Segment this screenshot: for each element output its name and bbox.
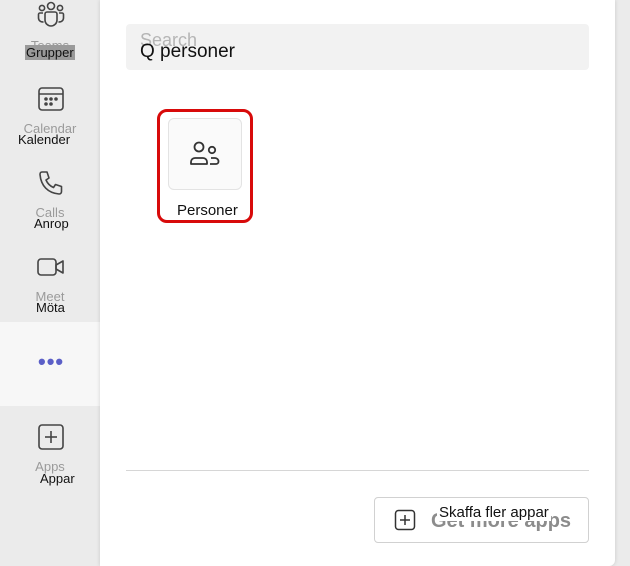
apps-flyout-panel: Search Q personer Personer Get more apps… xyxy=(100,0,615,566)
search-input[interactable]: Search Q personer xyxy=(126,24,589,70)
video-camera-icon xyxy=(36,252,66,282)
app-rail: Teams Grupper Calendar Kalender Calls An xyxy=(0,0,100,566)
plus-icon xyxy=(394,509,416,531)
more-icon: ••• xyxy=(38,349,65,374)
rail-label-calendar: Kalender xyxy=(18,132,71,147)
rail-item-calls[interactable]: Calls Anrop xyxy=(0,168,100,252)
rail-item-more[interactable]: ••• xyxy=(0,322,100,406)
search-value: personer xyxy=(160,41,235,62)
search-icon: Q xyxy=(140,41,155,62)
divider xyxy=(126,470,589,471)
rail-label-apps: Appar xyxy=(40,471,75,486)
phone-icon xyxy=(36,168,66,198)
teams-icon xyxy=(36,0,66,28)
app-label: Personer xyxy=(176,202,239,219)
rail-item-apps[interactable]: Apps Appar xyxy=(0,422,100,506)
rail-label-calls: Anrop xyxy=(34,216,69,231)
get-more-apps-button[interactable]: Get more apps Skaffa fler appar xyxy=(374,497,589,543)
add-app-icon xyxy=(36,422,66,452)
get-more-label: Skaffa fler appar xyxy=(437,504,551,521)
rail-label-meet: Möta xyxy=(36,300,65,315)
rail-item-teams[interactable]: Teams Grupper xyxy=(0,0,100,64)
rail-label-teams: Grupper xyxy=(25,45,75,60)
rail-item-calendar[interactable]: Calendar Kalender xyxy=(0,84,100,168)
calendar-icon xyxy=(36,84,66,114)
